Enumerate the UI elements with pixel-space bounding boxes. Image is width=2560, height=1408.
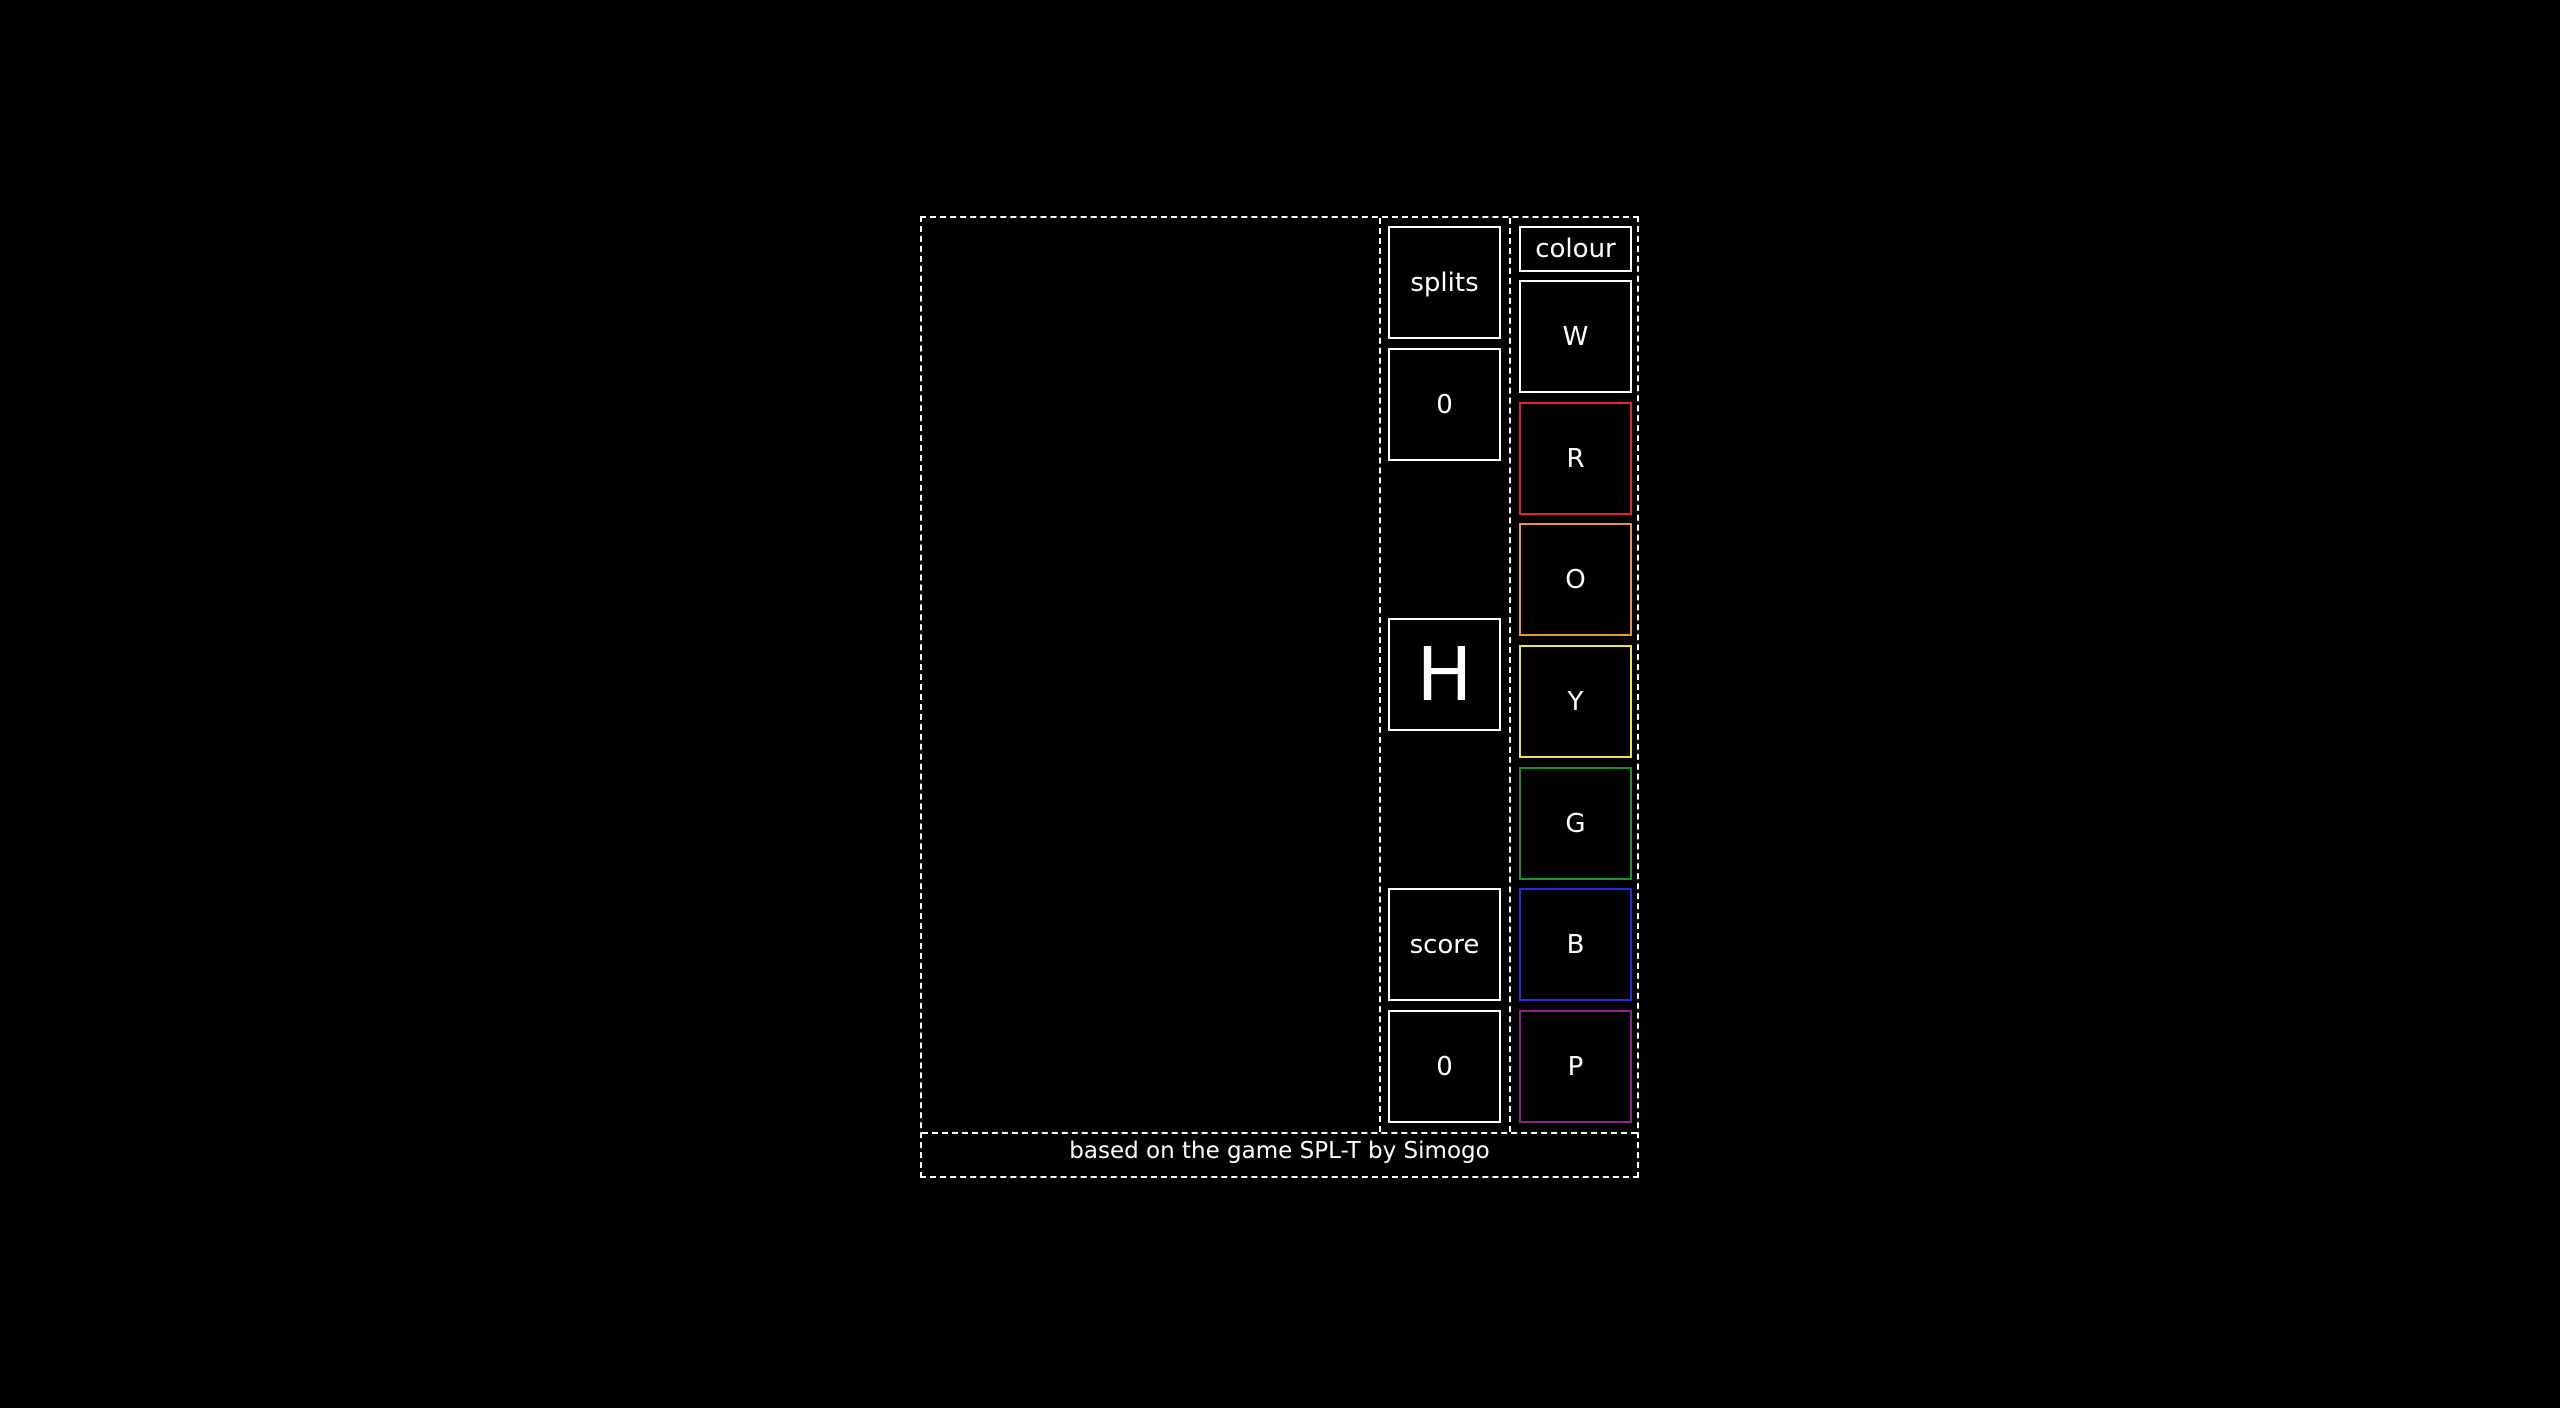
colour-letter: P [1567,1051,1584,1082]
colour-button-purple[interactable]: P [1519,1010,1632,1123]
colour-letter: O [1565,564,1586,595]
splits-label-box: splits [1388,226,1501,339]
colour-button-yellow[interactable]: Y [1519,645,1632,758]
colour-button-orange[interactable]: O [1519,523,1632,636]
split-direction-glyph: H [1416,631,1473,718]
splits-value-box: 0 [1388,348,1501,461]
footer: based on the game SPL-T by Simogo [922,1132,1637,1176]
colour-letter: B [1566,929,1585,960]
footer-credit: based on the game SPL-T by Simogo [1069,1138,1490,1164]
colour-button-green[interactable]: G [1519,767,1632,880]
splits-value: 0 [1436,389,1453,420]
colour-letter: Y [1567,686,1584,717]
score-value-box: 0 [1388,1010,1501,1123]
score-value: 0 [1436,1051,1453,1082]
info-column: splits 0 H score 0 [1381,218,1511,1132]
colour-button-red[interactable]: R [1519,402,1632,515]
colour-letter: R [1566,443,1585,474]
colour-letter: W [1562,321,1589,352]
game-container: splits 0 H score 0 colour W R O Y G B P … [920,216,1639,1178]
split-direction-indicator: H [1388,618,1501,731]
score-label: score [1409,929,1480,960]
colour-column: colour W R O Y G B P [1511,218,1639,1132]
splits-label: splits [1410,267,1479,298]
colour-label-box: colour [1519,226,1632,272]
colour-button-blue[interactable]: B [1519,888,1632,1001]
colour-label: colour [1535,234,1616,264]
colour-button-white[interactable]: W [1519,280,1632,393]
score-label-box: score [1388,888,1501,1001]
colour-letter: G [1565,808,1586,839]
game-board[interactable] [922,218,1381,1132]
